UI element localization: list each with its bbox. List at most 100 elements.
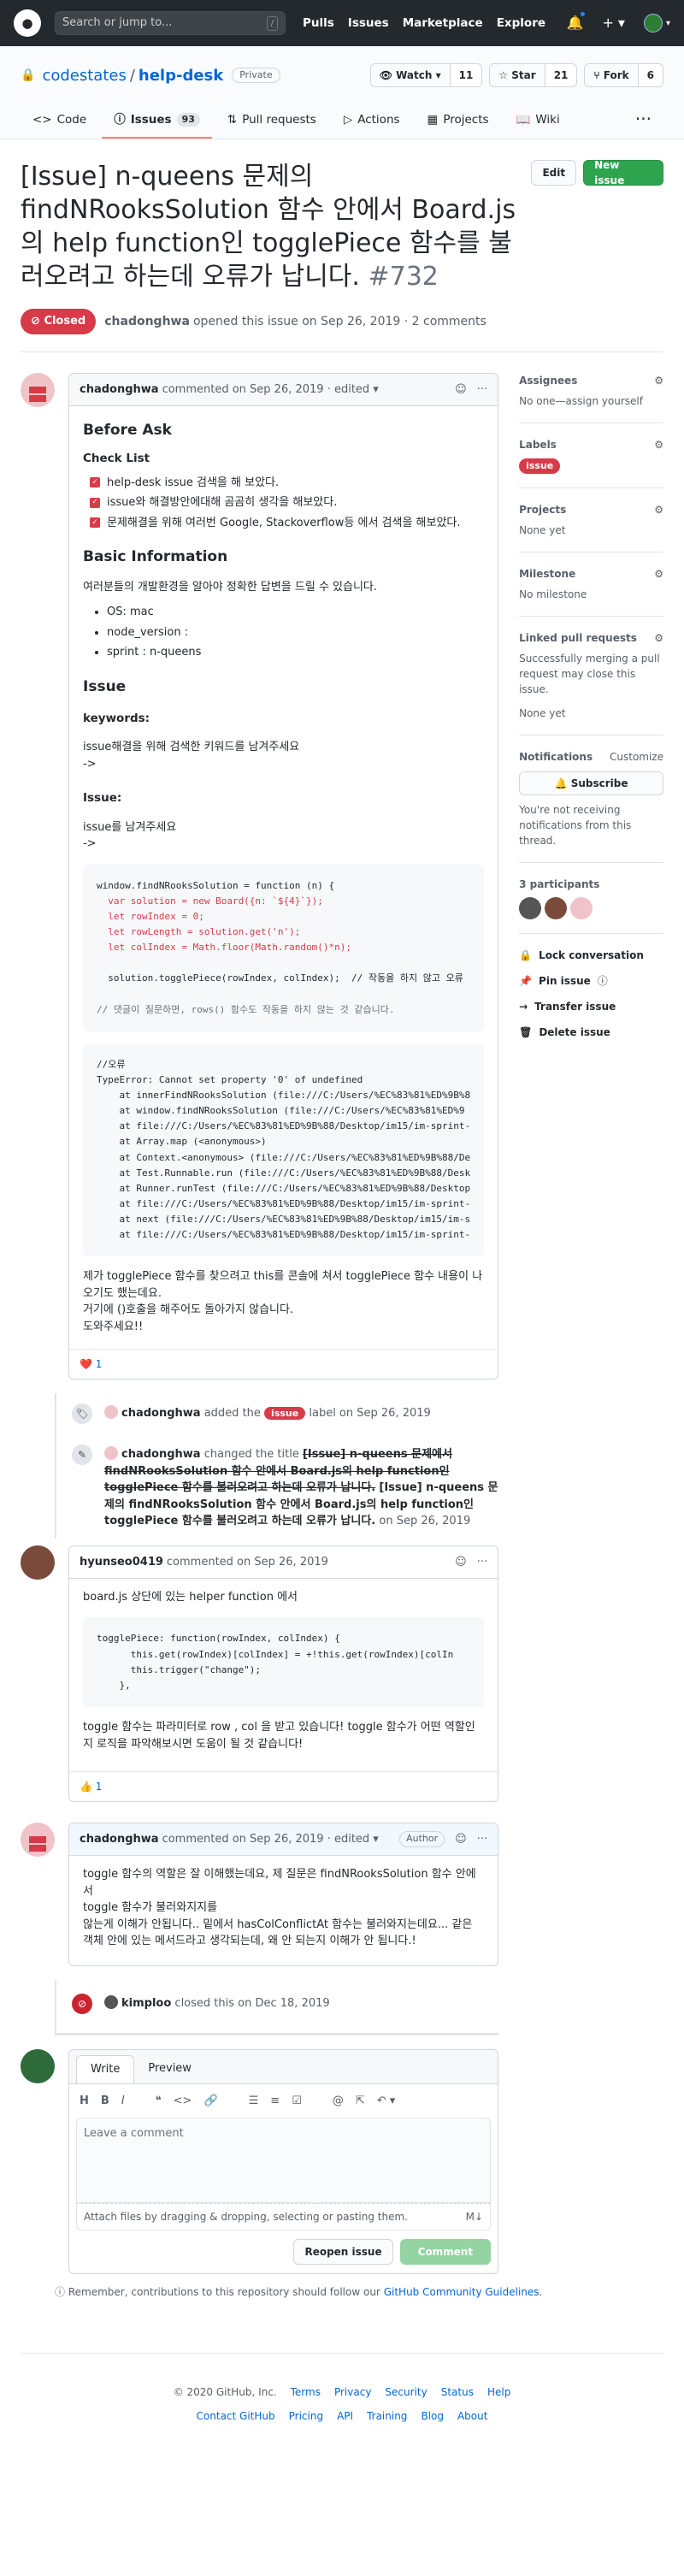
- checkbox-checked-icon[interactable]: ✓: [90, 477, 100, 488]
- edit-button[interactable]: Edit: [531, 160, 577, 186]
- comment-meta[interactable]: commented on Sep 26, 2019: [167, 1554, 328, 1571]
- new-issue-button[interactable]: New issue: [583, 159, 663, 186]
- avatar[interactable]: [545, 897, 568, 920]
- tab-actions[interactable]: ▷ Actions: [332, 104, 412, 139]
- task-list-icon[interactable]: ☑: [292, 2093, 302, 2110]
- create-new-plus-icon[interactable]: + ▾: [602, 13, 625, 33]
- checkbox-checked-icon[interactable]: ✓: [90, 517, 100, 529]
- issue-label[interactable]: issue: [519, 458, 561, 475]
- watch-button[interactable]: 👁 Watch ▾ 11: [369, 63, 483, 87]
- comment-author[interactable]: chadonghwa: [80, 1831, 159, 1848]
- event-author[interactable]: chadonghwa: [121, 1407, 201, 1420]
- footer-link-contact[interactable]: Contact GitHub: [197, 2408, 275, 2424]
- thumbs-up-reaction-button[interactable]: 👍 1: [80, 1779, 102, 1794]
- tab-projects[interactable]: ▦ Projects: [416, 104, 501, 139]
- code-icon[interactable]: <>: [174, 2093, 192, 2110]
- customize-link[interactable]: Customize: [610, 749, 663, 765]
- emoji-reaction-icon[interactable]: ☺: [455, 1554, 467, 1571]
- emoji-reaction-icon[interactable]: ☺: [455, 381, 467, 399]
- avatar[interactable]: [104, 1994, 118, 2009]
- footer-link-api[interactable]: API: [337, 2408, 353, 2424]
- subscribe-button[interactable]: 🔔 Subscribe: [519, 771, 663, 796]
- event-author[interactable]: kimploo: [121, 1997, 171, 2010]
- nav-pulls[interactable]: Pulls: [303, 15, 334, 32]
- footer-link-training[interactable]: Training: [367, 2408, 407, 2424]
- quote-icon[interactable]: ❝: [156, 2093, 162, 2110]
- avatar[interactable]: [519, 897, 542, 920]
- nav-issues[interactable]: Issues: [348, 15, 389, 32]
- mention-icon[interactable]: @: [333, 2093, 344, 2110]
- kebab-menu-icon[interactable]: ···: [477, 381, 487, 399]
- user-avatar-menu[interactable]: ▾: [643, 14, 670, 32]
- avatar[interactable]: [21, 1823, 55, 1858]
- bold-icon[interactable]: B: [101, 2093, 109, 2110]
- link-icon[interactable]: 🔗: [203, 2093, 217, 2110]
- avatar[interactable]: [104, 1446, 118, 1461]
- search-input[interactable]: Search or jump to... /: [55, 11, 286, 35]
- github-logo-icon[interactable]: ●: [14, 9, 41, 37]
- gear-icon[interactable]: ⚙: [654, 502, 663, 517]
- footer-link-terms[interactable]: Terms: [291, 2384, 321, 2400]
- footer-link-pricing[interactable]: Pricing: [289, 2408, 323, 2424]
- watch-count[interactable]: 11: [450, 64, 482, 86]
- comment-textarea[interactable]: Leave a comment: [76, 2118, 492, 2204]
- repo-name-link[interactable]: help-desk: [139, 64, 223, 87]
- tab-write[interactable]: Write: [76, 2054, 135, 2083]
- pin-issue-link[interactable]: 📌 Pin issue ⓘ: [519, 968, 663, 994]
- nav-marketplace[interactable]: Marketplace: [403, 15, 483, 32]
- comment-author[interactable]: chadonghwa: [80, 381, 159, 399]
- repo-owner-link[interactable]: codestates: [42, 64, 126, 87]
- comment-meta[interactable]: commented on Sep 26, 2019 · edited ▾: [162, 381, 379, 399]
- gear-icon[interactable]: ⚙: [654, 373, 663, 388]
- footer-link-privacy[interactable]: Privacy: [334, 2384, 371, 2400]
- nav-explore[interactable]: Explore: [497, 15, 545, 32]
- emoji-reaction-icon[interactable]: ☺: [455, 1831, 467, 1848]
- gear-icon[interactable]: ⚙: [654, 566, 663, 582]
- checkbox-checked-icon[interactable]: ✓: [90, 497, 100, 508]
- avatar[interactable]: [104, 1405, 118, 1420]
- avatar[interactable]: [570, 897, 593, 920]
- assignees-value[interactable]: No one—assign yourself: [519, 393, 663, 409]
- cross-reference-icon[interactable]: ⇱: [356, 2093, 365, 2110]
- footer-link-blog[interactable]: Blog: [421, 2408, 444, 2424]
- fork-count[interactable]: 6: [638, 64, 663, 86]
- issue-label[interactable]: issue: [264, 1407, 306, 1421]
- gear-icon[interactable]: ⚙: [654, 630, 663, 646]
- avatar[interactable]: [21, 372, 55, 407]
- comment-meta[interactable]: commented on Sep 26, 2019 · edited ▾: [162, 1831, 379, 1848]
- reopen-issue-button[interactable]: Reopen issue: [293, 2239, 393, 2266]
- more-menu-icon[interactable]: ···: [623, 104, 663, 139]
- italic-icon[interactable]: I: [121, 2093, 125, 2110]
- numbered-list-icon[interactable]: ≡: [270, 2093, 280, 2110]
- footer-link-help[interactable]: Help: [487, 2384, 510, 2400]
- transfer-issue-link[interactable]: → Transfer issue: [519, 994, 663, 1019]
- tab-wiki[interactable]: 📖 Wiki: [504, 104, 572, 139]
- heart-reaction-button[interactable]: ❤️ 1: [80, 1356, 102, 1372]
- kebab-menu-icon[interactable]: ···: [477, 1831, 487, 1848]
- tab-preview[interactable]: Preview: [134, 2055, 205, 2083]
- tab-issues[interactable]: ⓘ Issues 93: [102, 104, 212, 139]
- comment-author[interactable]: hyunseo0419: [80, 1554, 163, 1571]
- star-button[interactable]: ☆ Star 21: [489, 63, 578, 87]
- issue-author-link[interactable]: chadonghwa: [104, 313, 190, 331]
- tab-code[interactable]: <> Code: [21, 104, 98, 139]
- star-count[interactable]: 21: [545, 64, 577, 86]
- comment-button[interactable]: Comment: [399, 2239, 492, 2266]
- kebab-menu-icon[interactable]: ···: [477, 1554, 487, 1571]
- reply-icon[interactable]: ↶ ▾: [377, 2093, 396, 2110]
- fork-button[interactable]: ⑂ Fork 6: [584, 63, 663, 87]
- heading-icon[interactable]: H: [80, 2093, 89, 2110]
- footer-link-status[interactable]: Status: [441, 2384, 474, 2400]
- tab-pull-requests[interactable]: ⇅ Pull requests: [215, 104, 328, 139]
- attach-files-area[interactable]: Attach files by dragging & dropping, sel…: [76, 2203, 492, 2231]
- footer-link-about[interactable]: About: [457, 2408, 487, 2424]
- lock-conversation-link[interactable]: 🔒 Lock conversation: [519, 942, 663, 968]
- footer-link-security[interactable]: Security: [385, 2384, 427, 2400]
- avatar[interactable]: [21, 1545, 55, 1580]
- delete-issue-link[interactable]: 🗑 Delete issue: [519, 1019, 663, 1045]
- guidelines-link[interactable]: GitHub Community Guidelines: [384, 2286, 540, 2298]
- bulleted-list-icon[interactable]: ☰: [249, 2093, 259, 2110]
- event-author[interactable]: chadonghwa: [121, 1448, 201, 1461]
- notifications-bell-icon[interactable]: 🔔: [567, 10, 587, 33]
- markdown-icon[interactable]: M↓: [466, 2209, 483, 2224]
